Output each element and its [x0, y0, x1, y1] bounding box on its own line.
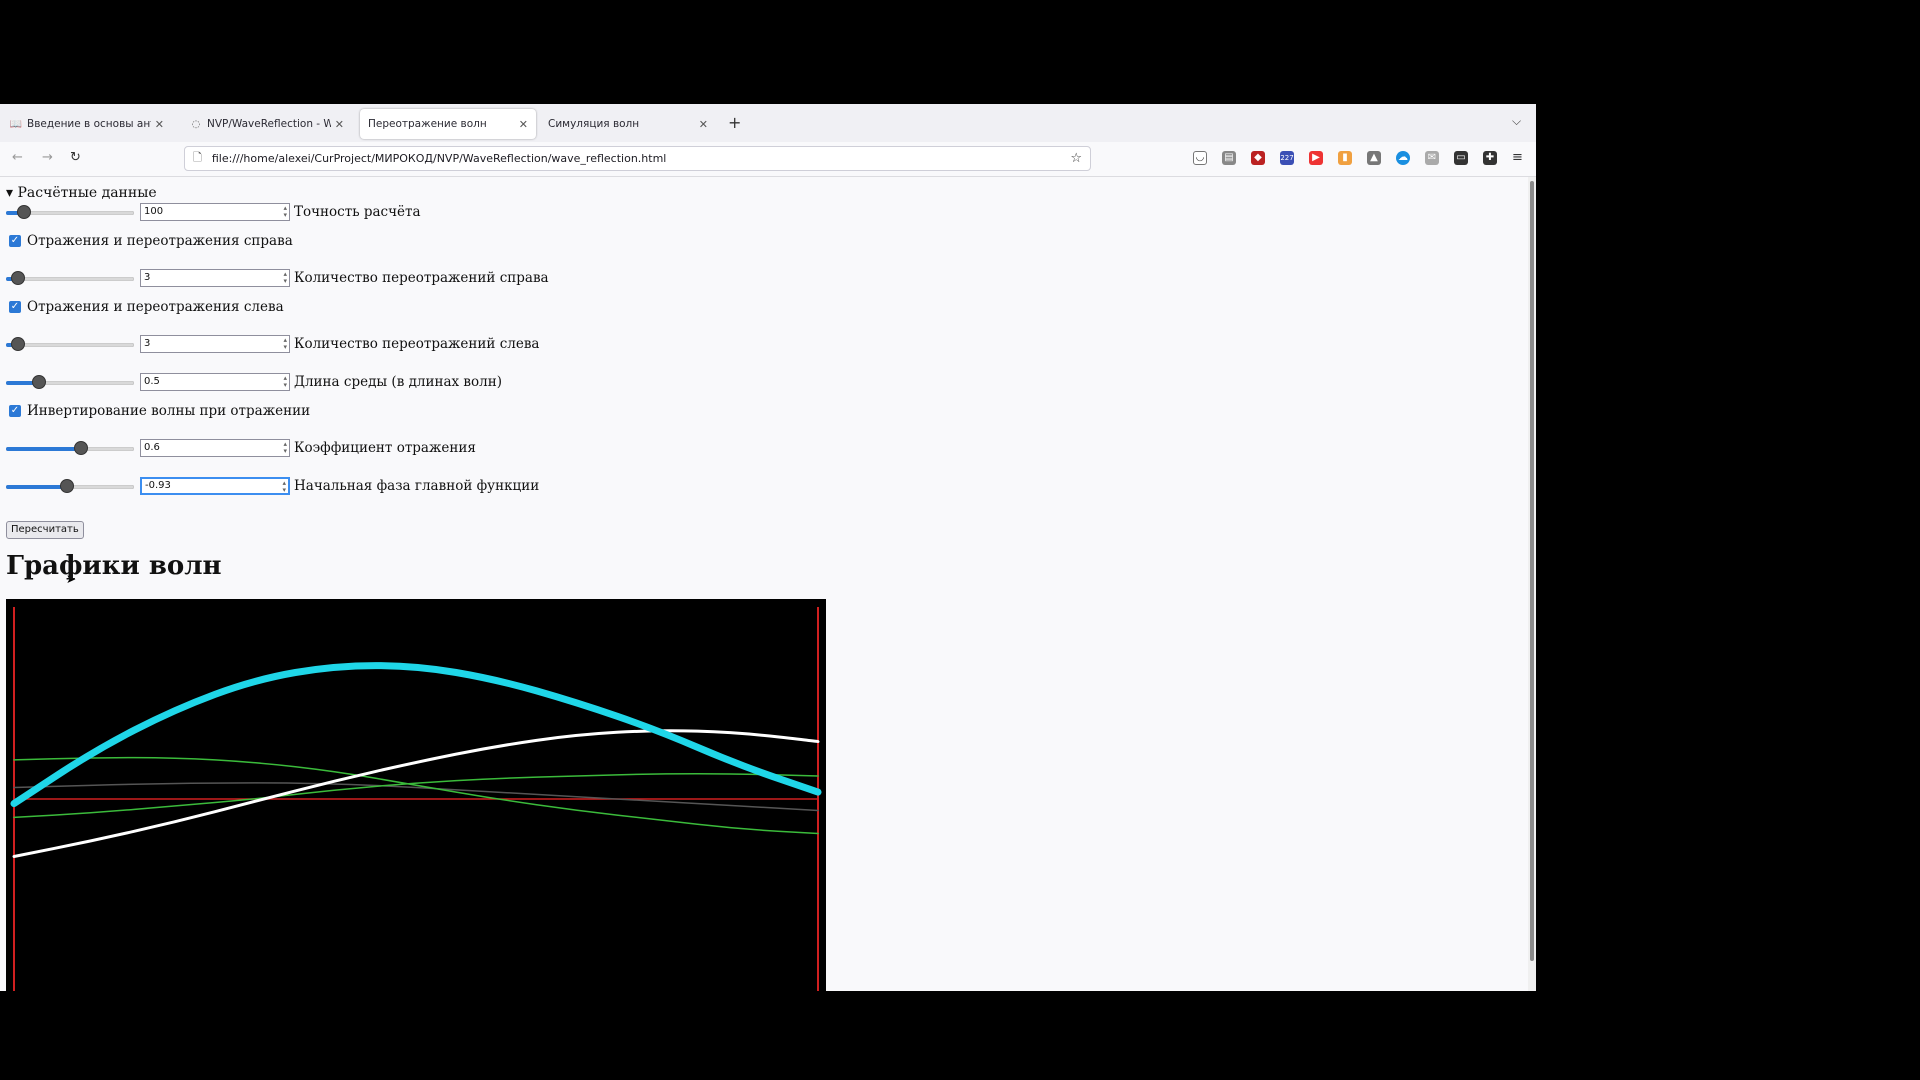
reader-icon[interactable]: ▤: [1222, 151, 1236, 165]
medium-length-slider[interactable]: [6, 372, 134, 392]
left-count-label: Количество переотражений слева: [294, 336, 540, 352]
navigation-bar: ← → ↻ 🗋 file:///home/alexei/CurProject/М…: [0, 142, 1536, 177]
reload-icon[interactable]: ↻: [70, 150, 81, 165]
forward-icon[interactable]: →: [42, 150, 53, 165]
accuracy-row: 100 ▴ ▾ Точность расчёта: [6, 201, 421, 223]
right-reflections-row: ✓ Отражения и переотражения справа: [9, 233, 293, 249]
extensions-puzzle-icon[interactable]: ✚: [1483, 151, 1497, 165]
left-count-slider[interactable]: [6, 334, 134, 354]
right-count-input[interactable]: 3 ▴ ▾: [140, 269, 290, 287]
invert-checkbox[interactable]: ✓: [9, 405, 21, 417]
reflection-coef-input[interactable]: 0.6 ▴ ▾: [140, 439, 290, 457]
medium-length-input[interactable]: 0.5 ▴ ▾: [140, 373, 290, 391]
reflection-coef-row: 0.6 ▴ ▾ Коэффициент отражения: [6, 437, 476, 459]
container-icon[interactable]: ▮: [1338, 151, 1352, 165]
menu-icon[interactable]: ≡: [1512, 150, 1523, 165]
left-reflections-row: ✓ Отражения и переотражения слева: [9, 299, 284, 315]
right-count-row: 3 ▴ ▾ Количество переотражений справа: [6, 267, 549, 289]
bookmark-star-icon[interactable]: ☆: [1070, 151, 1082, 166]
page-icon: 🗋: [193, 151, 202, 164]
image-icon[interactable]: ▲: [1367, 151, 1381, 165]
left-count-input[interactable]: 3 ▴ ▾: [140, 335, 290, 353]
mail-icon[interactable]: ✉: [1425, 151, 1439, 165]
right-count-slider[interactable]: [6, 268, 134, 288]
plot-background: [6, 599, 826, 991]
close-icon[interactable]: ✕: [519, 118, 528, 131]
pocket-icon[interactable]: ◡: [1193, 151, 1207, 165]
tab-github-wavereflection[interactable]: ◌ NVP/WaveReflection - Wave ✕: [182, 109, 352, 139]
close-icon[interactable]: ✕: [335, 118, 344, 131]
initial-phase-input[interactable]: -0.93 ▴ ▾: [140, 477, 290, 495]
accuracy-slider[interactable]: [6, 202, 134, 222]
initial-phase-label: Начальная фаза главной функции: [294, 478, 540, 494]
wave-plot: [6, 599, 826, 991]
scrollbar-thumb[interactable]: [1530, 181, 1534, 961]
details-summary[interactable]: ▾ Расчётные данные: [6, 185, 157, 201]
tab-antenna-basics[interactable]: 📖 Введение в основы антенн ✕: [2, 109, 172, 139]
cloud-icon[interactable]: ☁: [1396, 151, 1410, 165]
new-tab-button[interactable]: +: [728, 113, 741, 132]
loading-icon: ◌: [191, 118, 201, 130]
close-icon[interactable]: ✕: [155, 118, 164, 131]
back-icon[interactable]: ←: [12, 150, 23, 165]
tab-wave-reflection[interactable]: Переотражение волн ✕: [360, 109, 536, 139]
page-content: ▾ Расчётные данные 100 ▴ ▾ Точность расчёт…: [0, 177, 1528, 991]
list-all-tabs-icon[interactable]: ⌵: [1512, 114, 1521, 129]
tab-strip: 📖 Введение в основы антенн ✕ ◌ NVP/WaveR…: [0, 104, 1536, 143]
reflection-coef-label: Коэффициент отражения: [294, 440, 476, 456]
initial-phase-row: -0.93 ▴ ▾ Начальная фаза главной функции: [6, 475, 539, 497]
accuracy-label: Точность расчёта: [294, 204, 421, 220]
address-bar[interactable]: 🗋 file:///home/alexei/CurProject/МИРОКОД…: [184, 146, 1091, 171]
accuracy-input[interactable]: 100 ▴ ▾: [140, 203, 290, 221]
invert-row: ✓ Инвертирование волны при отражении: [9, 403, 311, 419]
right-reflections-checkbox[interactable]: ✓: [9, 235, 21, 247]
left-reflections-checkbox[interactable]: ✓: [9, 301, 21, 313]
url-text: file:///home/alexei/CurProject/МИРОКОД/N…: [211, 152, 667, 165]
browser-window: 📖 Введение в основы антенн ✕ ◌ NVP/WaveR…: [0, 104, 1536, 991]
book-icon: 📖: [9, 118, 23, 130]
left-count-row: 3 ▴ ▾ Количество переотражений слева: [6, 333, 540, 355]
right-count-label: Количество переотражений справа: [294, 270, 549, 286]
initial-phase-slider[interactable]: [6, 476, 134, 496]
page-scrollbar[interactable]: [1528, 177, 1536, 991]
page-heading: Графики волн: [6, 551, 222, 581]
youtube-icon[interactable]: ▶: [1309, 151, 1323, 165]
medium-length-label: Длина среды (в длинах волн): [294, 374, 502, 390]
tab-wave-simulation[interactable]: Симуляция волн ✕: [540, 109, 716, 139]
reflection-coef-slider[interactable]: [6, 438, 134, 458]
close-icon[interactable]: ✕: [699, 118, 708, 131]
extension-badge-icon[interactable]: 227: [1280, 151, 1294, 165]
recalculate-button[interactable]: Пересчитать: [6, 521, 84, 539]
ublock-icon[interactable]: ◆: [1251, 151, 1265, 165]
screen-icon[interactable]: ▭: [1454, 151, 1468, 165]
medium-length-row: 0.5 ▴ ▾ Длина среды (в длинах волн): [6, 371, 502, 393]
